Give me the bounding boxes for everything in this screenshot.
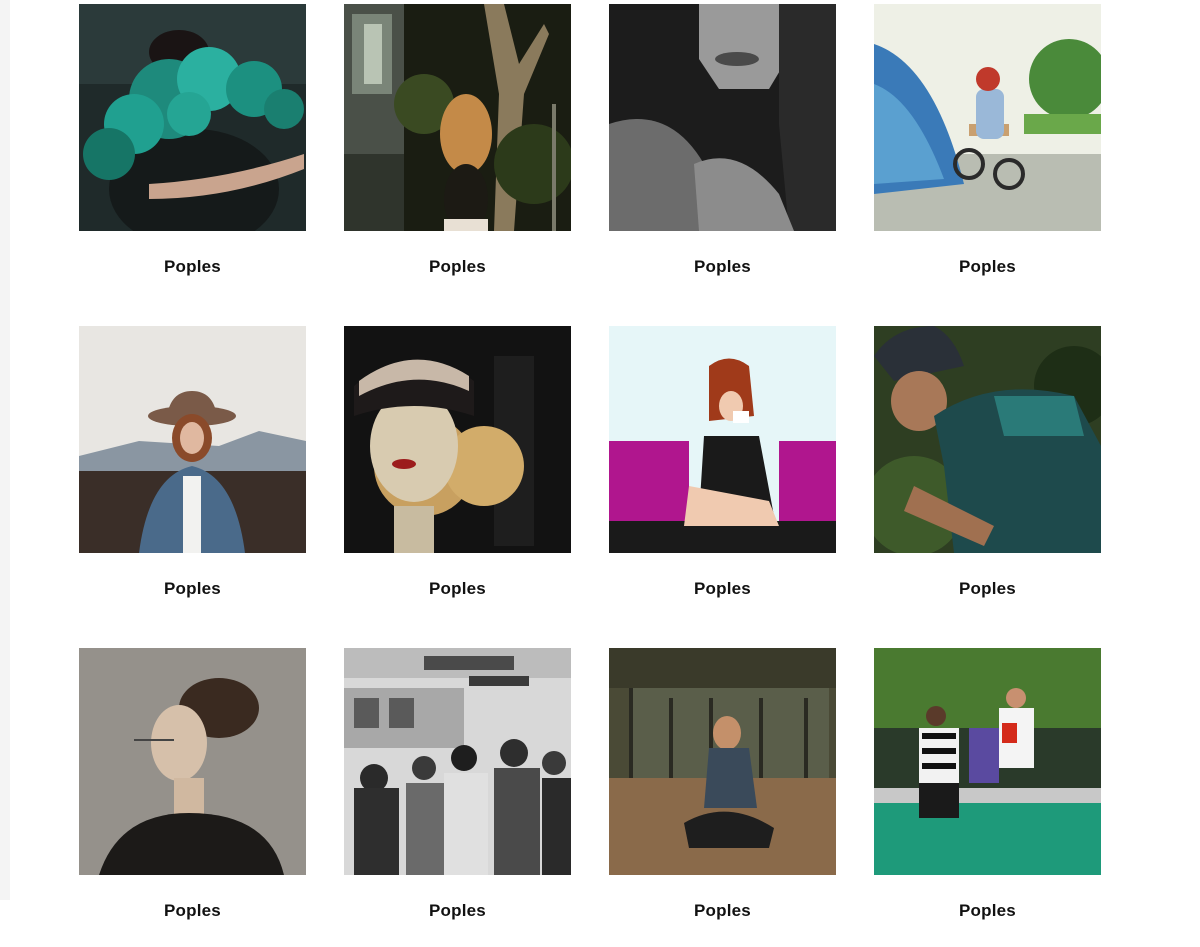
gallery-caption: Poples [694, 579, 751, 598]
gallery-image-link[interactable] [79, 648, 306, 875]
gallery-card: Poples [344, 648, 571, 945]
gallery-caption: Poples [694, 901, 751, 920]
cyclist-with-helmet-image [874, 326, 1101, 553]
woman-by-bus-in-forest-image [344, 4, 571, 231]
gallery-card: Poples [874, 4, 1101, 301]
gallery-image-link[interactable] [609, 648, 836, 875]
gallery-image-link[interactable] [609, 4, 836, 231]
woman-in-hat-denim-jacket-image [79, 326, 306, 553]
black-and-white-portrait-image [609, 4, 836, 231]
person-with-teal-smoke-image [79, 4, 306, 231]
gallery-caption: Poples [429, 257, 486, 276]
gallery-image-link[interactable] [609, 326, 836, 553]
gallery-image-link[interactable] [874, 326, 1101, 553]
gallery-caption: Poples [164, 901, 221, 920]
photo-gallery: Poples Poples Poples Poples Poples Pople… [79, 4, 1101, 945]
gallery-card: Poples [874, 326, 1101, 623]
gallery-card: Poples [79, 4, 306, 301]
gallery-image-link[interactable] [79, 4, 306, 231]
gallery-card: Poples [79, 648, 306, 945]
gallery-card: Poples [874, 648, 1101, 945]
gallery-caption: Poples [959, 257, 1016, 276]
crowd-at-train-station-image [344, 648, 571, 875]
gallery-caption: Poples [694, 257, 751, 276]
gallery-caption: Poples [959, 901, 1016, 920]
gallery-image-link[interactable] [79, 326, 306, 553]
gallery-caption: Poples [164, 579, 221, 598]
gallery-card: Poples [609, 326, 836, 623]
gallery-card: Poples [344, 4, 571, 301]
gallery-caption: Poples [959, 579, 1016, 598]
woman-sitting-on-ground-image [609, 648, 836, 875]
gallery-image-link[interactable] [344, 648, 571, 875]
left-edge-strip [0, 0, 10, 900]
gallery-image-link[interactable] [344, 326, 571, 553]
woman-on-magenta-sofa-with-cup-image [609, 326, 836, 553]
gallery-caption: Poples [429, 579, 486, 598]
gallery-caption: Poples [164, 257, 221, 276]
lacrosse-players-and-referee-image [874, 648, 1101, 875]
gallery-card: Poples [609, 4, 836, 301]
child-on-balance-bike-image [874, 4, 1101, 231]
gallery-card: Poples [609, 648, 836, 945]
woman-with-glasses-profile-image [79, 648, 306, 875]
gallery-image-link[interactable] [874, 648, 1101, 875]
gallery-card: Poples [79, 326, 306, 623]
mannequin-head-with-beanie-image [344, 326, 571, 553]
gallery-card: Poples [344, 326, 571, 623]
gallery-caption: Poples [429, 901, 486, 920]
gallery-image-link[interactable] [874, 4, 1101, 231]
gallery-image-link[interactable] [344, 4, 571, 231]
